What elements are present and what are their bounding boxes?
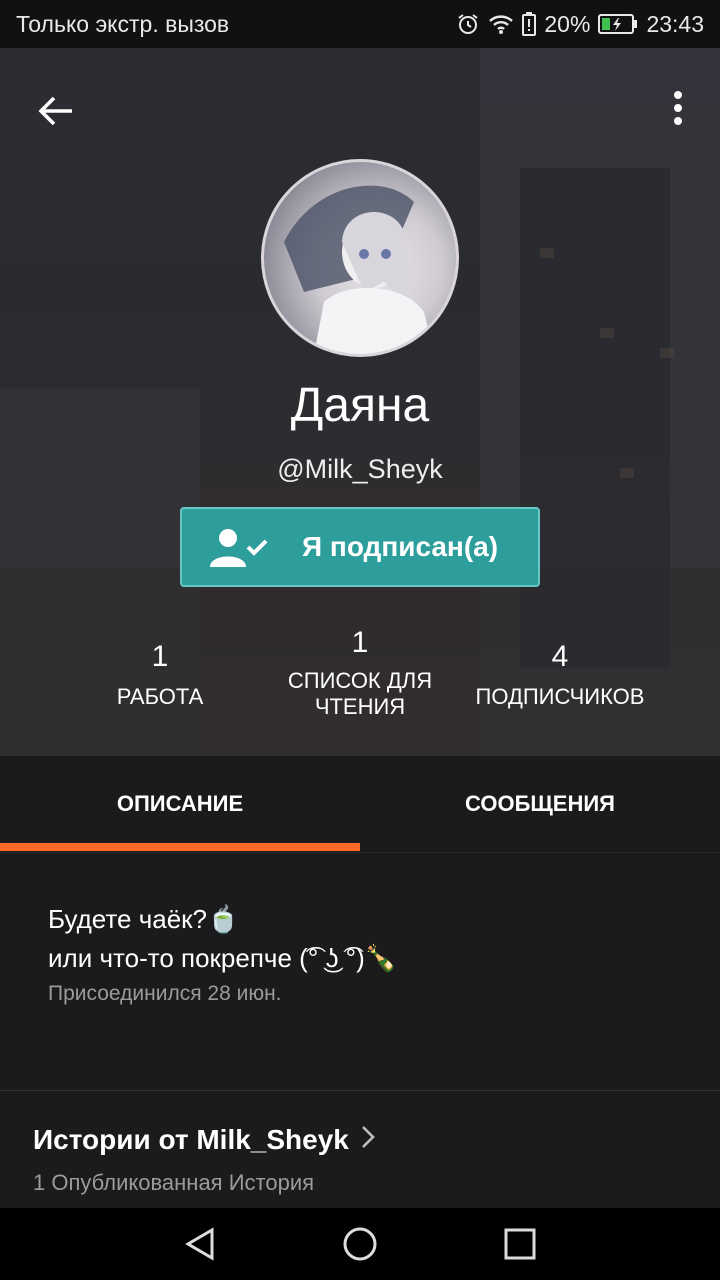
chevron-right-icon bbox=[361, 1124, 375, 1156]
about-section: Будете чаёк?🍵 или что-то покрепче (͡° ͜ʖ… bbox=[48, 900, 688, 1006]
clock-time: 23:43 bbox=[646, 10, 704, 37]
wifi-icon bbox=[488, 13, 514, 35]
nav-recents-icon bbox=[504, 1228, 536, 1260]
nav-back-icon bbox=[185, 1227, 214, 1261]
profile-tabs: ОПИСАНИЕ СООБЩЕНИЯ bbox=[0, 756, 720, 853]
user-check-icon bbox=[210, 527, 272, 572]
status-icons: 20% 23:43 bbox=[456, 11, 704, 38]
back-arrow-icon bbox=[38, 96, 72, 126]
nav-back-button[interactable] bbox=[182, 1226, 218, 1262]
more-vert-icon bbox=[674, 91, 682, 125]
carrier-text: Только экстр. вызов bbox=[16, 10, 230, 37]
profile-handle: @Milk_Sheyk bbox=[277, 454, 443, 484]
back-button[interactable] bbox=[30, 86, 80, 136]
active-tab-indicator bbox=[0, 843, 360, 851]
stat-works[interactable]: 1 РАБОТА bbox=[80, 640, 240, 710]
stat-followers-label: ПОДПИСЧИКОВ bbox=[475, 684, 645, 709]
battery-percent: 20% bbox=[544, 10, 591, 37]
divider bbox=[0, 1090, 720, 1091]
stat-followers-value: 4 bbox=[551, 640, 569, 673]
stories-count: 1 Опубликованная История bbox=[33, 1170, 315, 1195]
stat-works-label: РАБОТА bbox=[116, 684, 204, 709]
more-options-button[interactable] bbox=[666, 86, 690, 136]
profile-header: Даяна @Milk_Sheyk Я подписан(а) 1 РАБОТА… bbox=[0, 48, 720, 756]
stat-reading-list-value: 1 bbox=[351, 626, 369, 659]
tab-messages[interactable]: СООБЩЕНИЯ bbox=[360, 756, 720, 852]
stories-title: Истории от Milk_Sheyk bbox=[33, 1124, 349, 1155]
follow-button-label: Я подписан(а) bbox=[302, 531, 499, 562]
nav-recents-button[interactable] bbox=[502, 1226, 538, 1262]
battery-alert-icon bbox=[522, 12, 537, 36]
joined-date: Присоединился 28 июн. bbox=[48, 982, 282, 1005]
stat-followers[interactable]: 4 ПОДПИСЧИКОВ bbox=[460, 640, 660, 710]
about-line-1: Будете чаёк?🍵 bbox=[48, 904, 240, 934]
system-nav-bar bbox=[0, 1208, 720, 1280]
battery-charging-icon bbox=[598, 13, 638, 35]
alarm-icon bbox=[456, 12, 480, 36]
profile-name: Даяна bbox=[290, 379, 430, 432]
avatar-image bbox=[284, 185, 434, 354]
status-bar: Только экстр. вызов 20% 23:43 bbox=[0, 0, 720, 48]
stories-header[interactable]: Истории от Milk_Sheyk bbox=[33, 1124, 375, 1156]
follow-button[interactable]: Я подписан(а) bbox=[180, 507, 540, 587]
nav-home-button[interactable] bbox=[342, 1226, 378, 1262]
stat-reading-list[interactable]: 1 СПИСОК ДЛЯ ЧТЕНИЯ bbox=[270, 626, 450, 720]
stat-reading-list-label: СПИСОК ДЛЯ ЧТЕНИЯ bbox=[287, 668, 433, 719]
stat-works-value: 1 bbox=[151, 640, 169, 673]
avatar[interactable] bbox=[261, 159, 459, 357]
about-line-2: или что-то покрепче (͡° ͜ʖ ͡°)🍾 bbox=[48, 943, 398, 973]
nav-home-icon bbox=[343, 1227, 377, 1261]
tab-description[interactable]: ОПИСАНИЕ bbox=[0, 756, 360, 852]
